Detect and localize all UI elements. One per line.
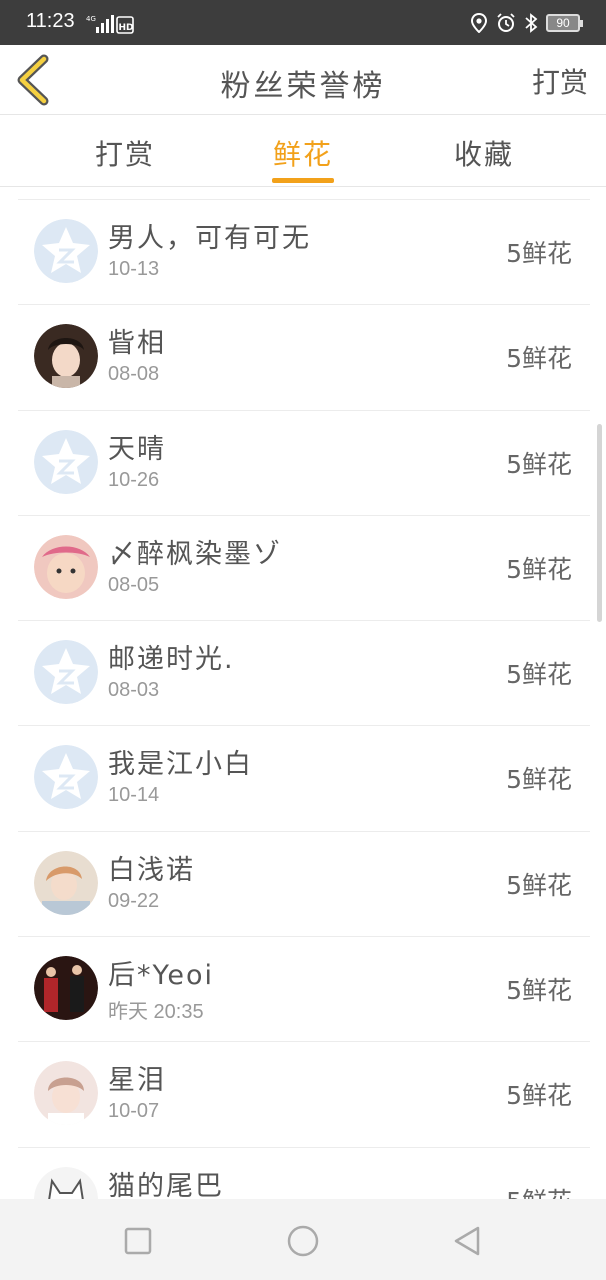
user-avatar [34, 324, 98, 389]
back-icon[interactable] [448, 1221, 488, 1261]
user-avatar [34, 1061, 98, 1126]
flower-count: 5鲜花 [506, 870, 572, 900]
bluetooth-icon [525, 13, 538, 33]
flower-count: 5鲜花 [506, 449, 572, 479]
system-nav-bar [0, 1199, 606, 1280]
fan-date: 08-05 [108, 573, 160, 596]
fan-date: 08-03 [108, 679, 160, 702]
network-label: 4G [86, 15, 96, 23]
list-item[interactable]: 邮递时光. 08-03 5鲜花 [18, 621, 590, 727]
hd-label: HD [119, 23, 134, 33]
fan-name: 男人，可有可无 [108, 223, 311, 254]
default-avatar-icon [34, 745, 98, 810]
default-avatar-icon [34, 429, 98, 494]
active-tab-indicator [272, 178, 334, 183]
fan-name: 眥相 [108, 328, 166, 360]
reward-button[interactable]: 打赏 [532, 61, 588, 101]
tab-reward[interactable]: 打赏 [65, 133, 185, 173]
flower-count: 5鲜花 [506, 239, 572, 268]
home-icon[interactable] [283, 1221, 323, 1261]
flower-count: 5鲜花 [506, 554, 572, 584]
tab-bar: 打赏 鲜花 收藏 [0, 115, 606, 187]
fan-name: 我是江小白 [108, 749, 253, 781]
tab-favorites[interactable]: 收藏 [424, 133, 544, 173]
fan-date: 10-14 [108, 784, 160, 807]
list-item[interactable]: 我是江小白 10-14 5鲜花 [18, 726, 590, 832]
fan-date: 09-22 [108, 889, 160, 912]
fan-name: 星泪 [108, 1065, 166, 1097]
signal-icon: 4G HD [86, 15, 134, 34]
scrollbar[interactable] [597, 424, 602, 622]
flower-count: 5鲜花 [506, 344, 572, 374]
fan-name: 邮递时光. [108, 644, 235, 676]
list-item[interactable]: 男人，可有可无 10-13 5鲜花 [18, 200, 590, 306]
recent-apps-icon[interactable] [118, 1221, 158, 1261]
fan-name: 后*Yeoi [108, 960, 215, 992]
user-avatar [34, 534, 98, 599]
default-avatar-icon [34, 219, 98, 283]
user-avatar [34, 1166, 98, 1199]
fan-name: 猫的尾巴 [108, 1170, 224, 1199]
header: 粉丝荣誉榜 打赏 [0, 45, 606, 115]
list-item[interactable]: 后*Yeoi 昨天 20:35 5鲜花 [18, 937, 590, 1043]
user-avatar [34, 850, 98, 915]
list-item[interactable]: 星泪 10-07 5鲜花 [18, 1042, 590, 1148]
status-icons: 90 [470, 11, 583, 35]
fan-list[interactable]: 男人，可有可无 10-13 5鲜花 眥相 08-08 5鲜花 天晴 10-26 … [18, 199, 590, 1199]
list-item[interactable]: 猫的尾巴 5鲜花 [18, 1148, 590, 1199]
list-item[interactable]: 〆醉枫染墨ゾ 08-05 5鲜花 [18, 516, 590, 622]
fan-date: 10-07 [108, 1100, 160, 1123]
flower-count: 5鲜花 [506, 976, 572, 1006]
list-item[interactable]: 眥相 08-08 5鲜花 [18, 305, 590, 411]
user-avatar [34, 956, 98, 1021]
flower-count: 5鲜花 [506, 1081, 572, 1111]
fan-date: 08-08 [108, 363, 160, 386]
default-avatar-icon [34, 640, 98, 705]
battery-indicator: 90 [546, 14, 583, 32]
list-item[interactable]: 天晴 10-26 5鲜花 [18, 411, 590, 516]
location-icon [470, 13, 488, 33]
fan-name: 白浅诺 [108, 854, 195, 886]
alarm-icon [497, 13, 515, 32]
flower-count: 5鲜花 [506, 765, 572, 795]
status-time: 11:23 [26, 10, 75, 32]
fan-name: 〆醉枫染墨ゾ [108, 538, 282, 570]
flower-count: 5鲜花 [506, 1182, 572, 1199]
flower-count: 5鲜花 [506, 660, 572, 690]
fan-date: 10-13 [108, 258, 160, 280]
fan-date: 昨天 20:35 [108, 1001, 204, 1024]
tab-flowers[interactable]: 鲜花 [243, 133, 363, 173]
list-item[interactable]: 白浅诺 09-22 5鲜花 [18, 832, 590, 938]
page-title: 粉丝荣誉榜 [220, 69, 386, 104]
fan-date: 10-26 [108, 468, 160, 491]
status-bar: 11:23 4G HD 90 [0, 0, 606, 45]
fan-name: 天晴 [108, 433, 166, 465]
